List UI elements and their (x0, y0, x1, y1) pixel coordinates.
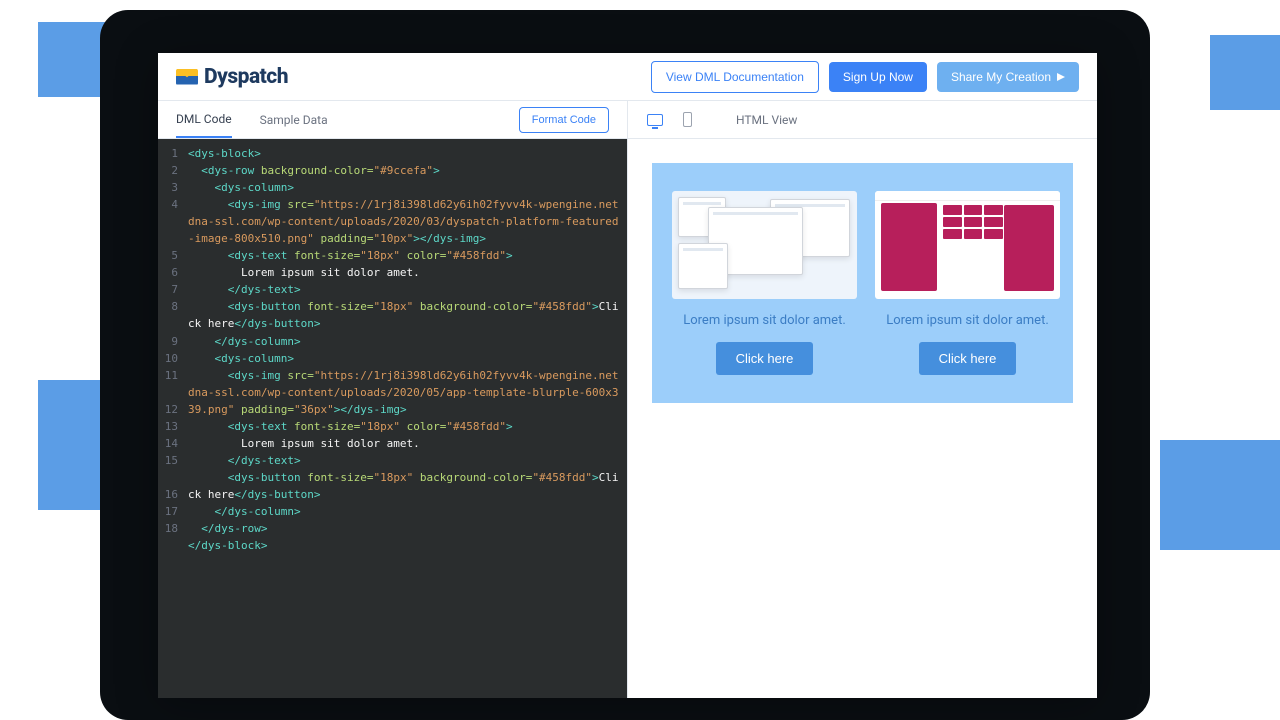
preview-image (875, 191, 1060, 299)
preview-image (672, 191, 857, 299)
preview-cta-button[interactable]: Click here (919, 342, 1017, 375)
share-label: Share My Creation (951, 70, 1051, 84)
view-docs-button[interactable]: View DML Documentation (651, 61, 819, 93)
desktop-view-button[interactable] (646, 111, 664, 129)
right-tabstrip: HTML View (628, 101, 1097, 139)
line-gutter: 1234 5678 91011 12131415 161718 (158, 139, 184, 698)
format-code-button[interactable]: Format Code (519, 107, 609, 133)
left-tabstrip: DML Code Sample Data Format Code (158, 101, 627, 139)
code-body[interactable]: <dys-block> <dys-row background-color="#… (184, 139, 627, 698)
sign-up-button[interactable]: Sign Up Now (829, 62, 927, 92)
header: Dyspatch View DML Documentation Sign Up … (158, 53, 1097, 101)
split-panes: DML Code Sample Data Format Code 1234 56… (158, 101, 1097, 698)
preview-column: Lorem ipsum sit dolor amet. Click here (875, 191, 1060, 375)
decor-square (1210, 35, 1280, 110)
mobile-view-button[interactable] (678, 111, 696, 129)
share-button[interactable]: Share My Creation (937, 62, 1079, 92)
preview-area: Lorem ipsum sit dolor amet. Click here L… (628, 139, 1097, 698)
mobile-icon (683, 112, 692, 127)
send-icon (1057, 73, 1065, 81)
preview-cta-button[interactable]: Click here (716, 342, 814, 375)
envelope-icon (176, 69, 198, 85)
decor-square (1160, 440, 1280, 550)
left-pane: DML Code Sample Data Format Code 1234 56… (158, 101, 628, 698)
tab-sample-data[interactable]: Sample Data (260, 103, 328, 137)
logo[interactable]: Dyspatch (176, 65, 288, 89)
brand-name: Dyspatch (204, 65, 288, 89)
tab-html-view[interactable]: HTML View (736, 103, 797, 137)
preview-text: Lorem ipsum sit dolor amet. (886, 313, 1049, 328)
preview-block: Lorem ipsum sit dolor amet. Click here L… (652, 163, 1073, 403)
desktop-icon (647, 114, 663, 126)
app-window: Dyspatch View DML Documentation Sign Up … (158, 53, 1097, 698)
device-switcher (646, 111, 696, 129)
code-editor[interactable]: 1234 5678 91011 12131415 161718 <dys-blo… (158, 139, 627, 698)
right-pane: HTML View Lorem ipsum sit dolor amet. Cl… (628, 101, 1097, 698)
tab-dml-code[interactable]: DML Code (176, 102, 232, 138)
preview-text: Lorem ipsum sit dolor amet. (683, 313, 846, 328)
preview-column: Lorem ipsum sit dolor amet. Click here (672, 191, 857, 375)
